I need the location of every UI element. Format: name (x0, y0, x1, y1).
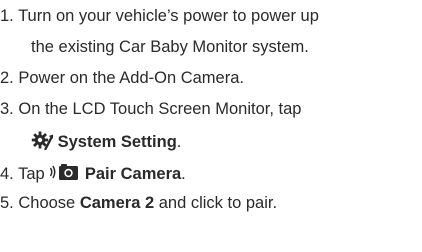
step-3-number: 3. (0, 100, 14, 118)
step-4: 4. Tap Pair Camera. (0, 162, 186, 183)
step-3-line-2: System Setting. (31, 130, 182, 151)
step-2: 2. Power on the Add-On Camera. (0, 68, 244, 88)
step-3-line-1: 3. On the LCD Touch Screen Monitor, tap (0, 99, 301, 119)
step-5-suffix: and click to pair. (158, 194, 278, 212)
step-1-line-1: 1. Turn on your vehicle’s power to power… (0, 6, 319, 26)
step-4-number: 4. (0, 165, 14, 183)
step-4-period: . (181, 165, 186, 183)
step-3-period: . (176, 133, 182, 151)
system-setting-label: System Setting (57, 133, 177, 151)
step-1-text: Turn on your vehicle’s power to power up (18, 7, 319, 25)
step-4-prefix: Tap (18, 165, 45, 183)
gear-wrench-icon (31, 130, 54, 155)
step-1-line-2: the existing Car Baby Monitor system. (31, 37, 309, 57)
step-1-text-continued: the existing Car Baby Monitor system. (31, 38, 309, 56)
step-3-text: On the LCD Touch Screen Monitor, tap (18, 100, 302, 118)
step-5: 5. Choose Camera 2 and click to pair. (0, 193, 277, 213)
pair-camera-label: Pair Camera (84, 165, 182, 183)
step-5-number: 5. (0, 194, 14, 212)
camera-2-label: Camera 2 (79, 194, 155, 212)
camera-pair-icon (49, 162, 80, 187)
step-2-text: Power on the Add-On Camera. (18, 69, 244, 87)
step-1-number: 1. (0, 7, 14, 25)
step-2-number: 2. (0, 69, 14, 87)
step-5-prefix: Choose (18, 194, 76, 212)
